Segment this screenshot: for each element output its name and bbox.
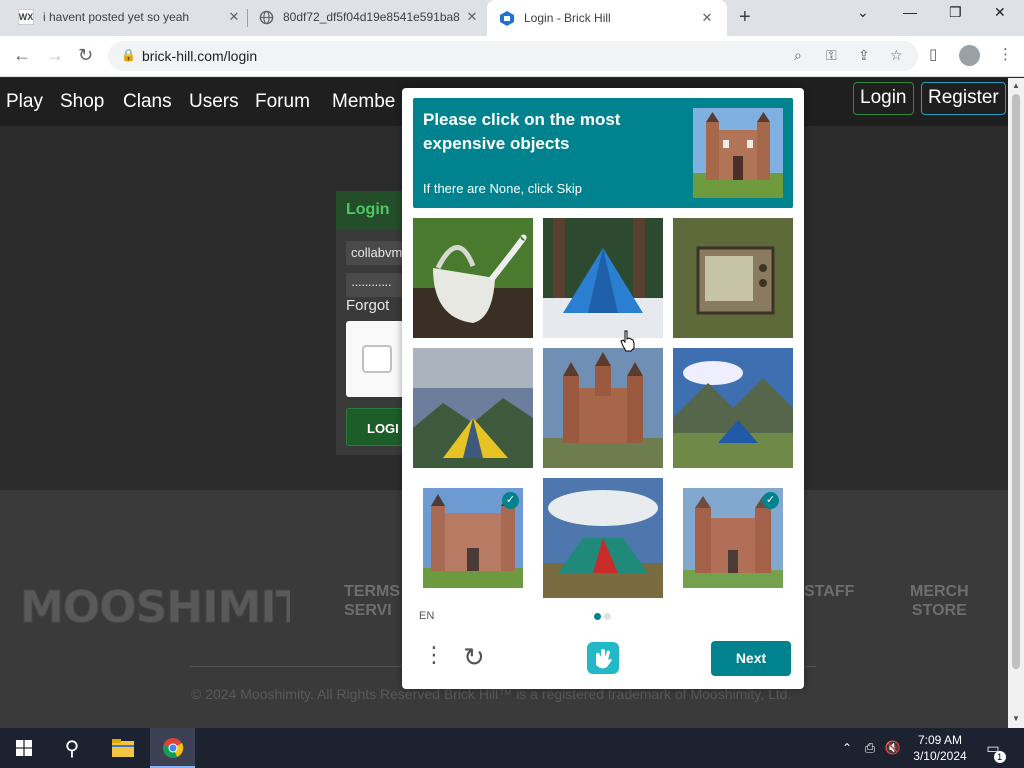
search-icon[interactable]: ⌕	[794, 47, 802, 64]
url-text[interactable]: brick-hill.com/login	[142, 48, 257, 64]
windows-start-icon[interactable]	[0, 728, 48, 768]
scroll-thumb[interactable]	[1012, 94, 1020, 669]
notifications-icon[interactable]: ▭ 1	[978, 728, 1008, 768]
footer-staff-link[interactable]: STAFF	[804, 582, 854, 601]
mouse-cursor-icon	[620, 330, 636, 358]
footer-merch-link[interactable]: MERCH STORE	[910, 582, 969, 620]
bookmark-star-icon[interactable]: ☆	[890, 47, 903, 64]
captcha-challenge: Please click on the most expensive objec…	[402, 88, 804, 689]
page-dot	[604, 613, 611, 620]
lock-icon[interactable]: 🔒	[121, 48, 136, 62]
profile-avatar[interactable]	[959, 45, 980, 66]
footer-terms-label: TERMS SERVI	[344, 583, 400, 619]
menu-kebab-icon[interactable]: ⋮	[998, 45, 1013, 63]
back-icon[interactable]: ←	[13, 45, 31, 66]
captcha-tile-2[interactable]	[543, 218, 663, 338]
close-tab-icon[interactable]: ✕	[464, 9, 480, 25]
forward-icon[interactable]: →	[46, 45, 64, 66]
nav-clans[interactable]: Clans	[123, 91, 172, 113]
page-dot-active	[594, 613, 601, 620]
close-tab-icon[interactable]: ✕	[226, 9, 242, 25]
hcaptcha-logo-icon[interactable]	[587, 642, 619, 674]
key-icon[interactable]: ⚿	[826, 47, 837, 64]
scroll-up-icon[interactable]: ▲	[1012, 81, 1020, 90]
restore-icon[interactable]: ❐	[949, 4, 962, 21]
next-button[interactable]: Next	[711, 641, 791, 676]
captcha-sample-image	[693, 108, 783, 198]
nav-shop[interactable]: Shop	[60, 91, 104, 113]
reload-icon[interactable]: ↻	[78, 45, 93, 66]
footer-terms-link[interactable]: TERMS SERVI	[344, 582, 400, 620]
close-window-icon[interactable]: ✕	[994, 4, 1006, 21]
captcha-tile-6[interactable]	[673, 348, 793, 468]
nav-forum[interactable]: Forum	[255, 91, 310, 113]
minimize-icon[interactable]: —	[903, 4, 917, 20]
refresh-challenge-icon[interactable]: ↻	[463, 644, 485, 670]
footer-logo[interactable]: MOOSHIMITY	[20, 580, 340, 640]
browser-toolbar: ← → ↻ 🔒 brick-hill.com/login ⌕ ⚿ ⇪ ☆ ▯ ⋮	[0, 36, 1024, 77]
clock-time: 7:09 AM	[917, 733, 963, 747]
tray-chevron-icon[interactable]: ⌃	[838, 728, 856, 768]
header-register-button[interactable]: Register	[921, 82, 1006, 115]
address-bar[interactable]: 🔒 brick-hill.com/login ⌕ ⚿ ⇪ ☆	[108, 41, 918, 71]
captcha-tile-9[interactable]: ✓	[673, 478, 793, 598]
captcha-tile-5[interactable]	[543, 348, 663, 468]
windows-taskbar: ⚲ ⌃ ⎙ 🔇 7:09 AM 3/10/2024 ▭ 1	[0, 728, 1024, 768]
nav-members[interactable]: Membe	[332, 91, 395, 113]
captcha-tile-7[interactable]: ✓	[413, 478, 533, 598]
tab-separator	[247, 9, 248, 27]
captcha-instruction: If there are None, click Skip	[423, 181, 582, 196]
new-tab-icon[interactable]: +	[739, 6, 751, 29]
captcha-tile-3[interactable]	[673, 218, 793, 338]
tab-title: i havent posted yet so yeah	[43, 10, 190, 24]
recaptcha-checkbox[interactable]	[362, 345, 392, 373]
tab-title: 80df72_df5f04d19e8541e591ba8	[283, 10, 460, 24]
tab-wix[interactable]: WX i havent posted yet so yeah ✕	[18, 0, 242, 34]
taskbar-clock[interactable]: 7:09 AM 3/10/2024	[910, 732, 970, 764]
captcha-tile-1[interactable]	[413, 218, 533, 338]
volume-muted-icon[interactable]: 🔇	[883, 728, 903, 768]
globe-icon	[258, 9, 274, 25]
clock-date: 3/10/2024	[913, 749, 967, 763]
tab-brickhill[interactable]: Login - Brick Hill ✕	[487, 0, 727, 36]
brickhill-icon	[499, 10, 515, 26]
captcha-question: Please click on the most expensive objec…	[423, 110, 621, 153]
tab-title: Login - Brick Hill	[524, 11, 611, 25]
nav-users[interactable]: Users	[189, 91, 239, 113]
captcha-tile-8[interactable]	[543, 478, 663, 598]
language-selector[interactable]: EN	[419, 610, 434, 622]
chrome-icon[interactable]	[150, 728, 195, 768]
scroll-down-icon[interactable]: ▼	[1012, 714, 1020, 723]
network-icon[interactable]: ⎙	[860, 728, 880, 768]
forgot-link[interactable]: Forgot	[346, 297, 389, 314]
file-explorer-icon[interactable]	[99, 728, 147, 768]
tab-search-icon[interactable]: ⌄	[857, 4, 869, 21]
logo-text: MOOSHIMITY	[20, 582, 290, 630]
captcha-menu-icon[interactable]: ⋮	[423, 644, 445, 666]
close-tab-icon[interactable]: ✕	[699, 10, 715, 26]
tab-file[interactable]: 80df72_df5f04d19e8541e591ba8 ✕	[258, 0, 480, 34]
page-scrollbar[interactable]: ▲ ▼	[1008, 78, 1024, 728]
share-icon[interactable]: ⇪	[858, 47, 870, 64]
wix-icon: WX	[18, 9, 34, 25]
captcha-prompt-banner: Please click on the most expensive objec…	[413, 98, 793, 208]
selected-check-icon: ✓	[762, 492, 779, 509]
captcha-tile-4[interactable]	[413, 348, 533, 468]
selected-check-icon: ✓	[502, 492, 519, 509]
taskbar-search-icon[interactable]: ⚲	[48, 728, 96, 768]
side-panel-icon[interactable]: ▯	[929, 45, 937, 63]
tab-strip: WX i havent posted yet so yeah ✕ 80df72_…	[0, 0, 1024, 36]
header-login-button[interactable]: Login	[853, 82, 914, 115]
nav-play[interactable]: Play	[6, 91, 43, 113]
notification-count: 1	[993, 750, 1006, 763]
